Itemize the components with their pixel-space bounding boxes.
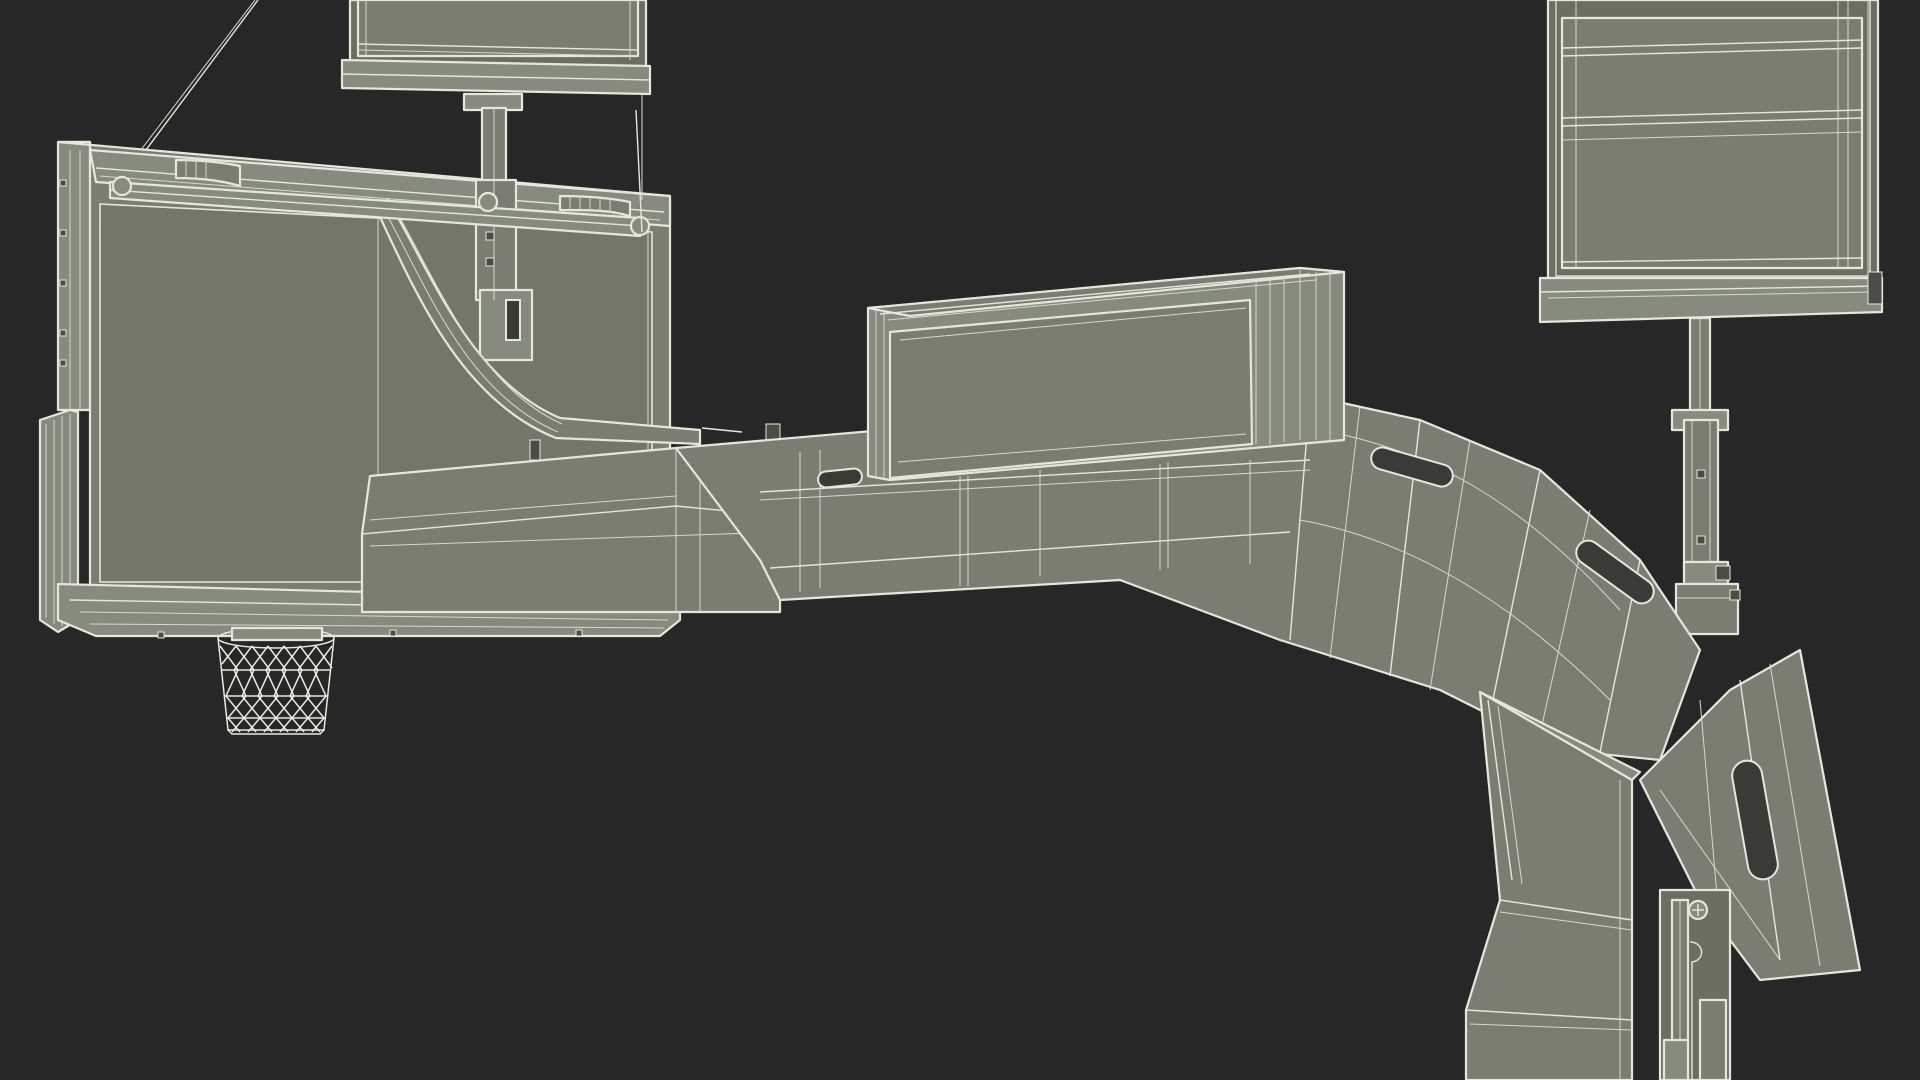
rim-and-net	[217, 626, 335, 735]
basketball-hoop-wireframe-render	[38, 0, 1884, 1080]
rear-backboard	[1538, 0, 1884, 324]
render-viewport	[0, 0, 1920, 1080]
rear-mast	[1670, 316, 1741, 636]
